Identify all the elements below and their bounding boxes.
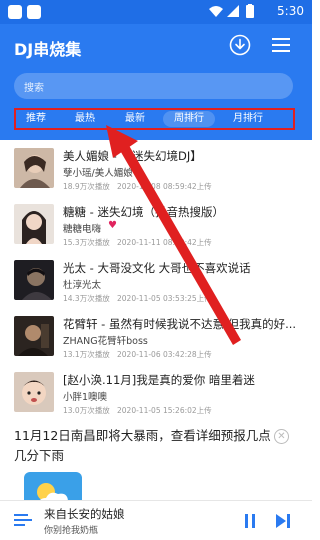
notification-icon [8, 5, 22, 19]
play-count: 14.3万次播放 [63, 294, 110, 303]
search-input[interactable]: 搜索 [14, 73, 293, 99]
song-cover [14, 372, 54, 412]
now-playing-artist: 你别抢我奶瓶 [44, 526, 99, 536]
category-tabs: 推荐 最热 最新 周排行 月排行 [14, 108, 295, 130]
song-artist: 小胖1噢噢 [63, 392, 108, 403]
song-title: 糖糖 - 迷失幻境（抖音热搜版） [63, 205, 224, 219]
download-icon[interactable] [229, 34, 251, 56]
play-count: 13.1万次播放 [63, 350, 110, 359]
upload-date: 2020-11-06 03:42:28上传 [117, 350, 212, 359]
list-item[interactable]: 花臂轩 - 虽然有时候我说不达意 但我真的好... ZHANG花臂轩boss 1… [0, 308, 312, 364]
tab-recommend[interactable]: 推荐 [23, 111, 49, 127]
song-title: 花臂轩 - 虽然有时候我说不达意 但我真的好... [63, 317, 297, 331]
upload-date: 2020-11-11 08:00:42上传 [117, 238, 212, 247]
clock: 5:30 [277, 4, 304, 18]
next-track-icon[interactable] [276, 514, 290, 528]
news-card[interactable]: 11月12日南昌即将大暴雨，查看详细预报几点几分下雨 ✕ [0, 420, 312, 514]
battery-icon [246, 5, 254, 18]
tab-weekly-ranking[interactable]: 周排行 [163, 111, 215, 127]
song-title: 美人媚娘 - 【迷失幻境DJ】 [63, 149, 202, 163]
wifi-icon [209, 6, 223, 17]
now-playing-title: 来自长安的姑娘 [44, 507, 125, 521]
news-headline: 11月12日南昌即将大暴雨，查看详细预报几点几分下雨 [14, 428, 271, 463]
upload-date: 2020-11-05 03:53:25上传 [117, 294, 212, 303]
status-bar: 5:30 [0, 0, 312, 24]
play-count: 15.3万次播放 [63, 238, 110, 247]
lips-emoji-icon: ♥ [108, 220, 117, 231]
header: DJ串烧集 搜索 推荐 最热 最新 周排行 月排行 [0, 24, 312, 140]
list-item[interactable]: [赵小涣.11月]我是真的爱你 暗里着迷 小胖1噢噢 13.0万次播放 2020… [0, 364, 312, 420]
list-item[interactable]: 糖糖 - 迷失幻境（抖音热搜版） 糖糖电嗨 ♥ 15.3万次播放 2020-11… [0, 196, 312, 252]
tab-monthly-ranking[interactable]: 月排行 [228, 111, 268, 127]
song-cover [14, 260, 54, 300]
mini-player[interactable]: 来自长安的姑娘 你别抢我奶瓶 [0, 500, 312, 540]
status-icons [209, 4, 254, 18]
list-item[interactable]: 美人媚娘 - 【迷失幻境DJ】 孽小瑶/美人媚娘 18.9万次播放 2020-1… [0, 140, 312, 196]
song-artist: 糖糖电嗨 [63, 224, 102, 235]
song-title: 光太 - 大哥没文化 大哥也不喜欢说话 [63, 261, 251, 275]
tab-hottest[interactable]: 最热 [72, 111, 98, 127]
song-artist: 孽小瑶/美人媚娘 [63, 168, 133, 179]
song-cover [14, 204, 54, 244]
list-item[interactable]: 光太 - 大哥没文化 大哥也不喜欢说话 杜淳光太 14.3万次播放 2020-1… [0, 252, 312, 308]
song-title: [赵小涣.11月]我是真的爱你 暗里着迷 [63, 373, 255, 387]
app-screen: 5:30 DJ串烧集 搜索 推荐 最热 最新 周排行 月排行 美人媚娘 - 【迷… [0, 0, 312, 540]
song-cover [14, 148, 54, 188]
pause-icon[interactable] [243, 514, 257, 528]
search-placeholder: 搜索 [24, 83, 44, 94]
tab-newest[interactable]: 最新 [122, 111, 148, 127]
upload-date: 2020-11-08 08:59:42上传 [117, 182, 212, 191]
menu-icon[interactable] [272, 37, 290, 53]
song-artist: ZHANG花臂轩boss [63, 336, 148, 347]
song-artist: 杜淳光太 [63, 280, 102, 291]
playlist-icon[interactable] [14, 513, 32, 527]
app-title: DJ串烧集 [14, 40, 82, 59]
signal-icon [227, 5, 239, 17]
upload-date: 2020-11-05 15:26:02上传 [117, 406, 212, 415]
song-cover [14, 316, 54, 356]
notification-icon [27, 5, 41, 19]
play-count: 13.0万次播放 [63, 406, 110, 415]
close-icon[interactable]: ✕ [274, 429, 289, 444]
play-count: 18.9万次播放 [63, 182, 110, 191]
